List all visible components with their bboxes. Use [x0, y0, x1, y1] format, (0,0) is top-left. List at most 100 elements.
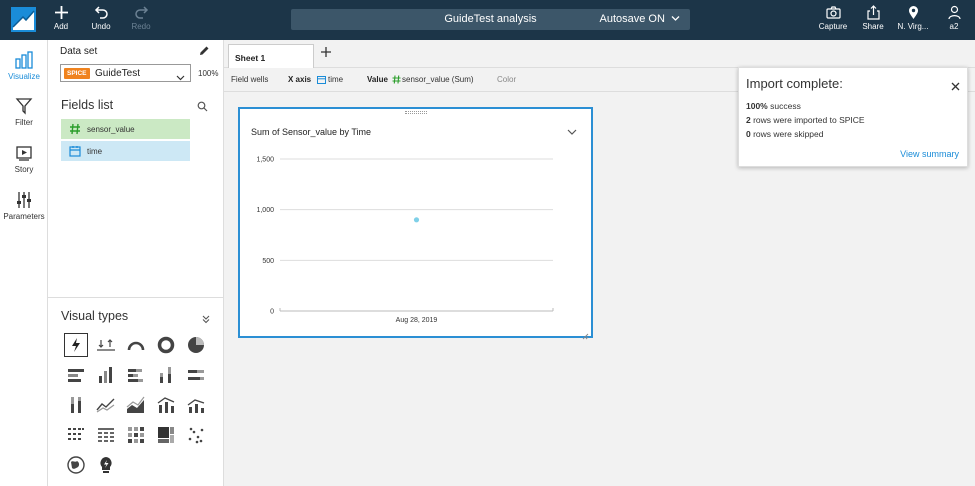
share-button[interactable]: Share: [853, 4, 893, 31]
data-point[interactable]: [413, 217, 420, 223]
insight-icon[interactable]: [94, 453, 118, 477]
dataset-label: Data set: [60, 46, 98, 57]
field-label: sensor_value: [87, 125, 135, 134]
region-button[interactable]: N. Virg...: [893, 4, 933, 31]
quicksight-logo[interactable]: [11, 7, 36, 32]
analysis-title-bar[interactable]: GuideTest analysis Autosave ON: [291, 9, 690, 30]
combo-stacked-line-icon[interactable]: [184, 393, 208, 417]
view-summary-link[interactable]: View summary: [900, 149, 959, 159]
dataset-select[interactable]: SPICE GuideTest: [60, 64, 191, 82]
visual-types-title: Visual types: [61, 309, 129, 323]
rail-label-filter: Filter: [15, 118, 33, 127]
plus-icon[interactable]: [320, 45, 332, 62]
pie-icon[interactable]: [184, 333, 208, 357]
rail-item-parameters[interactable]: Parameters: [0, 190, 48, 221]
user-icon: [934, 4, 974, 21]
area-line-icon[interactable]: [124, 393, 148, 417]
vertical-stacked-bar-icon[interactable]: [154, 363, 178, 387]
skipped-text: rows were skipped: [750, 129, 824, 139]
search-icon[interactable]: [197, 99, 208, 112]
calendar-icon: [317, 75, 326, 86]
y-tick-label: 500: [262, 258, 274, 265]
fields-list-title: Fields list: [61, 98, 114, 112]
toast-imported-line: 2 rows were imported to SPICE: [746, 115, 865, 125]
user-button[interactable]: a2: [934, 4, 974, 31]
dataset-percent: 100%: [198, 69, 219, 78]
dataset-name: GuideTest: [95, 68, 141, 79]
combo-bar-line-icon[interactable]: [154, 393, 178, 417]
rail-item-filter[interactable]: Filter: [0, 96, 48, 127]
vertical-bar-icon[interactable]: [94, 363, 118, 387]
tab-sheet-1[interactable]: Sheet 1: [228, 44, 314, 68]
scatter-icon[interactable]: [184, 423, 208, 447]
filter-icon: [0, 96, 48, 116]
calendar-icon: [69, 145, 81, 157]
kpi-icon[interactable]: [94, 333, 118, 357]
donut-icon[interactable]: [154, 333, 178, 357]
pencil-icon[interactable]: [198, 44, 210, 56]
story-icon: [0, 143, 48, 163]
add-button[interactable]: Add: [41, 4, 81, 31]
value-label: Value: [367, 75, 388, 84]
geospatial-icon[interactable]: [64, 453, 88, 477]
visual-card[interactable]: Sum of Sensor_value by Time 0 500 1,000 1,5…: [238, 107, 593, 340]
vertical-100-bar-icon[interactable]: [64, 393, 88, 417]
imported-text: rows were imported to SPICE: [750, 115, 865, 125]
share-label: Share: [862, 22, 884, 31]
user-label: a2: [949, 22, 959, 31]
success-percent: 100%: [746, 101, 768, 111]
value-value[interactable]: sensor_value (Sum): [402, 75, 474, 84]
gauge-icon[interactable]: [124, 333, 148, 357]
left-rail: Visualize Filter Story Parameters: [0, 40, 48, 486]
color-label[interactable]: Color: [497, 75, 516, 84]
x-tick-label: Aug 28, 2019: [396, 317, 438, 324]
field-wells-title: Field wells: [231, 75, 269, 84]
redo-button[interactable]: Redo: [121, 4, 161, 31]
y-tick-label: 1,000: [256, 207, 274, 214]
undo-label: Undo: [91, 22, 111, 31]
rail-item-visualize[interactable]: Visualize: [0, 50, 48, 81]
line-icon[interactable]: [94, 393, 118, 417]
undo-button[interactable]: Undo: [81, 4, 121, 31]
divider: [48, 297, 224, 298]
field-time[interactable]: time: [61, 141, 190, 161]
autosave-toggle[interactable]: Autosave ON: [600, 13, 680, 25]
redo-icon: [121, 4, 161, 21]
field-label: time: [87, 147, 103, 156]
visualize-icon: [0, 50, 48, 70]
pivot-table-icon[interactable]: [64, 423, 88, 447]
import-complete-toast: Import complete: 100% success 2 rows wer…: [738, 67, 968, 167]
parameters-icon: [0, 190, 48, 210]
resize-handle-icon[interactable]: [582, 327, 589, 340]
add-label: Add: [53, 22, 69, 31]
heat-map-icon[interactable]: [124, 423, 148, 447]
toast-title: Import complete:: [746, 76, 843, 91]
capture-button[interactable]: Capture: [813, 4, 853, 31]
horizontal-bar-icon[interactable]: [64, 363, 88, 387]
hash-icon: [69, 123, 81, 135]
autograph-icon[interactable]: [64, 333, 88, 357]
horizontal-stacked-bar-icon[interactable]: [124, 363, 148, 387]
chevron-down-icon: [176, 69, 185, 81]
x-axis-value[interactable]: time: [328, 75, 343, 84]
tree-map-icon[interactable]: [154, 423, 178, 447]
collapse-icon[interactable]: [201, 311, 211, 324]
y-tick-label: 1,500: [256, 157, 274, 164]
rail-label-parameters: Parameters: [3, 212, 45, 221]
data-panel: Data set SPICE GuideTest 100% Fields lis…: [48, 40, 224, 486]
toast-success-line: 100% success: [746, 101, 801, 111]
spice-badge: SPICE: [64, 68, 90, 79]
table-icon[interactable]: [94, 423, 118, 447]
rail-label-story: Story: [14, 165, 34, 174]
close-icon[interactable]: [951, 78, 960, 91]
chevron-down-icon: [671, 16, 680, 21]
horizontal-100-bar-icon[interactable]: [184, 363, 208, 387]
share-icon: [853, 4, 893, 21]
rail-item-story[interactable]: Story: [0, 143, 48, 174]
rail-label-visualize: Visualize: [8, 72, 40, 81]
location-pin-icon: [893, 4, 933, 21]
field-sensor-value[interactable]: sensor_value: [61, 119, 190, 139]
x-axis-label: X axis: [288, 75, 312, 84]
autosave-label: Autosave ON: [599, 13, 665, 25]
top-bar: Add Undo Redo GuideTest analysis Autosav…: [0, 0, 975, 40]
